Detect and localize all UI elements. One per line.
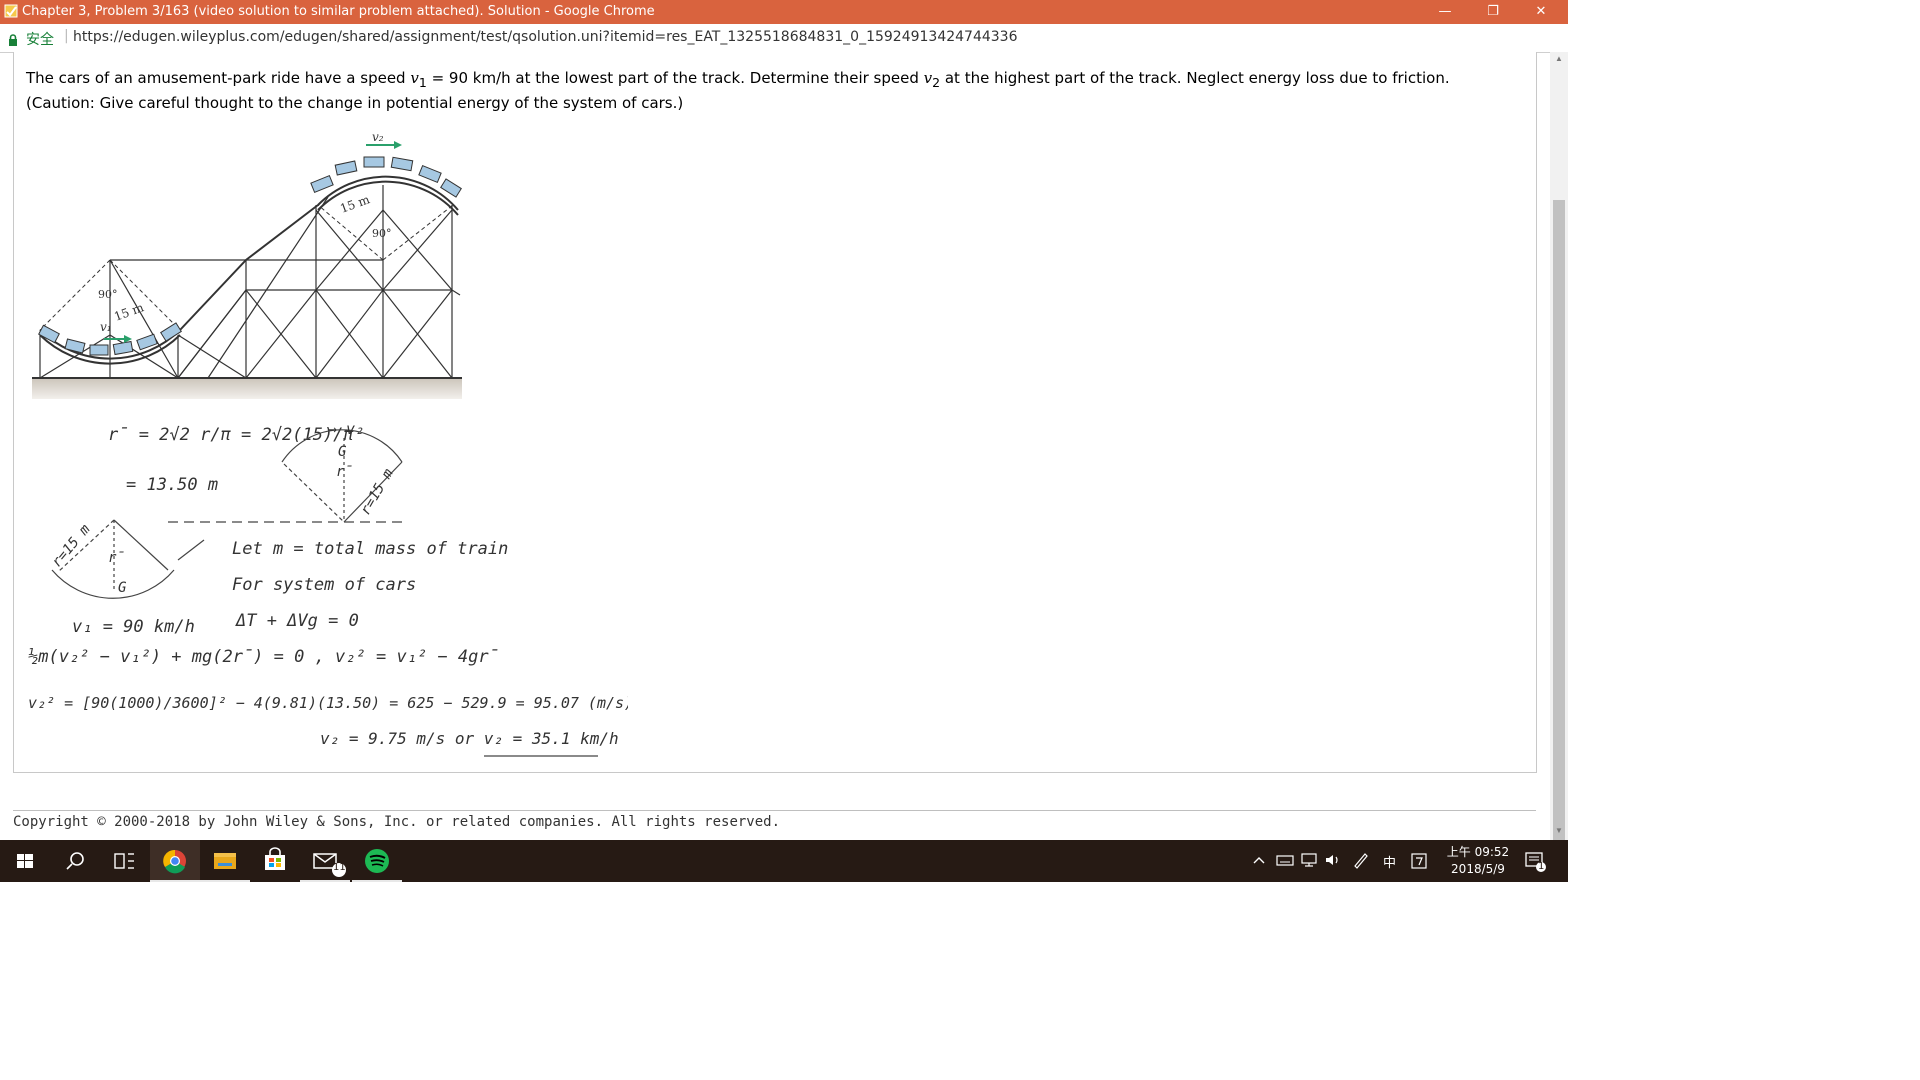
rbar-equation: r̄ = 2√2 r/π = 2√2(15)/π xyxy=(108,425,354,445)
problem-text-2: = 90 km/h at the lowest part of the trac… xyxy=(426,69,924,87)
mail-icon xyxy=(313,853,346,877)
g-top-label: G xyxy=(338,444,347,460)
rbar-top-label: r̄ xyxy=(336,464,353,480)
g-bottom-label: G xyxy=(118,580,127,596)
system-text: For system of cars xyxy=(232,575,416,595)
clock-date: 2018/5/9 xyxy=(1451,862,1505,876)
r-bottom-label: r=15 m xyxy=(49,521,94,570)
task-view-icon xyxy=(114,853,134,869)
ime-chinese-indicator[interactable]: 中 xyxy=(1383,852,1396,871)
problem-caution: (Caution: Give careful thought to the ch… xyxy=(26,94,684,112)
windows-taskbar: 11 中 上午 09:52 2018/5/9 1 xyxy=(0,840,1568,882)
copyright-text: Copyright © 2000-2018 by John Wiley & So… xyxy=(13,814,781,830)
vertical-scrollbar[interactable]: ▲ ▼ xyxy=(1550,52,1568,873)
restore-button[interactable]: ❐ xyxy=(1470,0,1516,24)
problem-statement: The cars of an amusement-park ride have … xyxy=(26,68,1526,114)
notification-badge: 1 xyxy=(1538,861,1545,872)
scroll-up-arrow-icon[interactable]: ▲ xyxy=(1550,54,1568,68)
active-underline xyxy=(150,880,200,882)
problem-v1-symbol: v xyxy=(410,69,419,87)
secure-label[interactable]: 安全 xyxy=(26,29,54,49)
angle-bottom-label: 90° xyxy=(98,288,118,301)
address-divider: | xyxy=(64,28,69,44)
problem-v2-symbol: v xyxy=(923,69,933,87)
taskbar-mail[interactable]: 11 xyxy=(300,840,350,882)
result-text: v₂ = 9.75 m/s or v₂ = 35.1 km/h xyxy=(320,729,619,748)
v2-arrow-label: → v₂ xyxy=(328,420,364,438)
problem-text-3: at the highest part of the track. Neglec… xyxy=(940,69,1450,87)
store-bag-icon xyxy=(265,847,285,870)
v2-label: v₂ xyxy=(372,130,384,144)
let-m-text: Let m = total mass of train xyxy=(232,539,508,559)
ime-mode-icon[interactable] xyxy=(1410,852,1428,870)
roller-coaster-figure: v₂ v₁ 15 m 90° 90° 15 m xyxy=(32,130,462,399)
spotify-icon xyxy=(365,849,389,873)
problem-text-1: The cars of an amusement-park ride have … xyxy=(26,69,411,87)
chrome-icon xyxy=(163,849,186,874)
radius-bottom-label: 15 m xyxy=(112,300,146,324)
system-clock[interactable]: 上午 09:52 2018/5/9 xyxy=(1442,844,1514,878)
start-button[interactable] xyxy=(0,840,50,882)
search-button[interactable] xyxy=(50,840,100,882)
window-title: Chapter 3, Problem 3/163 (video solution… xyxy=(22,4,655,19)
equation-1: ½m(v₂² − v₁²) + mg(2r̄) = 0 , v₂² = v₁² … xyxy=(28,647,499,667)
scroll-down-arrow-icon[interactable]: ▼ xyxy=(1550,826,1568,840)
window-titlebar: Chapter 3, Problem 3/163 (video solution… xyxy=(0,0,1568,24)
address-bar[interactable]: 安全 | https://edugen.wileyplus.com/edugen… xyxy=(0,24,1568,53)
track xyxy=(39,175,459,365)
url-text[interactable]: https://edugen.wileyplus.com/edugen/shar… xyxy=(73,29,1018,45)
close-button[interactable]: ✕ xyxy=(1518,0,1564,24)
ground xyxy=(32,377,462,399)
v2-arrow: v₂ xyxy=(366,130,402,149)
windows-logo-icon xyxy=(17,854,33,868)
open-underline xyxy=(300,880,350,882)
v1-label: v₁ xyxy=(100,320,112,334)
problem-v1-subscript: 1 xyxy=(418,75,427,90)
angle-top-label: 90° xyxy=(372,227,392,240)
lock-icon xyxy=(9,34,17,46)
energy-equation: ΔT + ΔVg = 0 xyxy=(235,611,359,631)
task-view-button[interactable] xyxy=(100,840,150,882)
folder-icon xyxy=(214,853,236,869)
scroll-thumb[interactable] xyxy=(1553,200,1565,873)
rbar-value: = 13.50 m xyxy=(126,475,218,495)
tray-overflow-chevron-icon[interactable] xyxy=(1252,854,1266,866)
problem-v2-subscript: 2 xyxy=(932,75,941,90)
footer-divider xyxy=(13,810,1536,811)
taskbar-store[interactable] xyxy=(250,840,300,882)
rbar-bottom-label: r̄ xyxy=(108,550,125,566)
equation-2: v₂² = [90(1000)/3600]² − 4(9.81)(13.50) … xyxy=(28,694,628,712)
mail-badge: 11 xyxy=(333,862,346,873)
open-underline xyxy=(200,880,250,882)
radius-top-label: 15 m xyxy=(338,192,372,216)
search-icon xyxy=(66,852,84,870)
network-icon[interactable] xyxy=(1300,852,1318,868)
taskbar-spotify[interactable] xyxy=(352,840,402,882)
handwritten-solution: r̄ = 2√2 r/π = 2√2(15)/π = 13.50 m → v₂ … xyxy=(28,420,628,757)
wiley-page-icon xyxy=(4,4,18,18)
r-top-label: r=15 m xyxy=(358,466,397,518)
taskbar-file-explorer[interactable] xyxy=(200,840,250,882)
clock-time: 上午 09:52 xyxy=(1446,845,1510,859)
v1-value: v₁ = 90 km/h xyxy=(72,617,195,637)
minimize-button[interactable]: — xyxy=(1422,0,1468,24)
open-underline xyxy=(352,880,402,882)
volume-icon[interactable] xyxy=(1324,852,1342,868)
notification-center-icon[interactable] xyxy=(1524,851,1548,873)
keyboard-icon[interactable] xyxy=(1276,852,1294,868)
taskbar-chrome[interactable] xyxy=(150,840,200,882)
pen-ink-icon[interactable] xyxy=(1352,851,1370,869)
